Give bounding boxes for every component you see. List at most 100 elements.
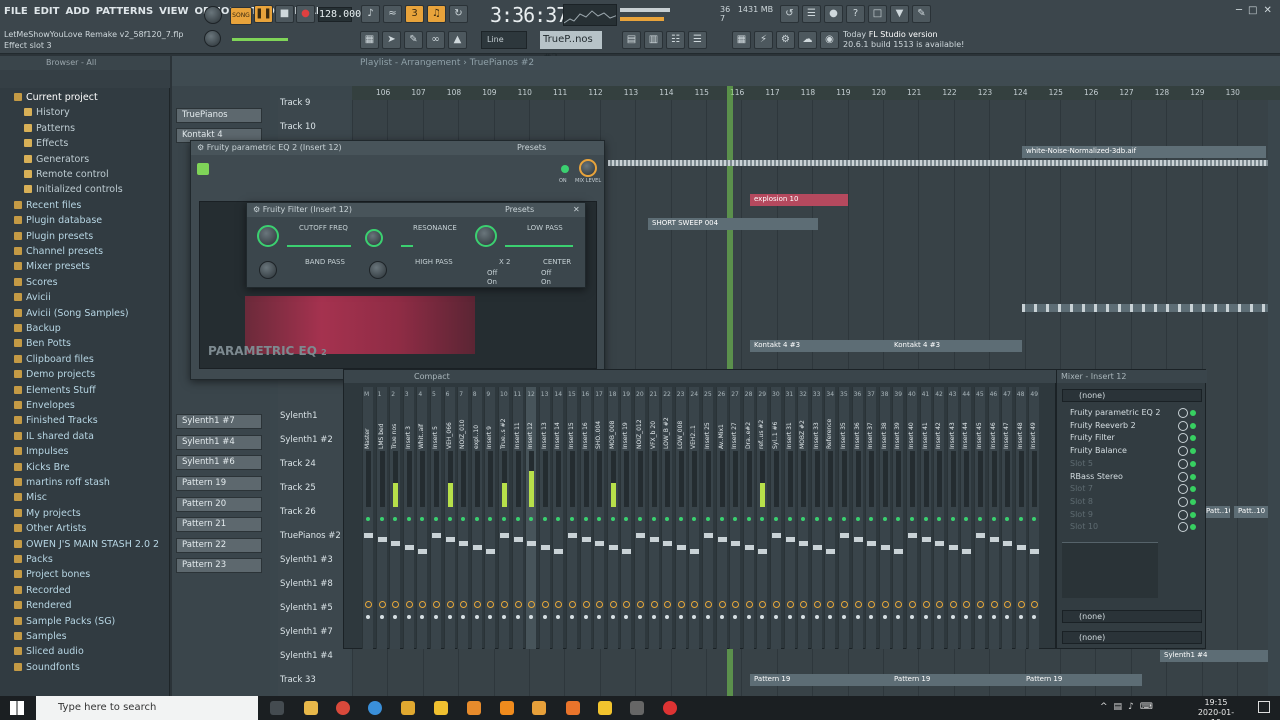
browser-item[interactable]: Mixer presets [14,261,90,272]
strip-route-led[interactable] [719,615,724,619]
strip-pan-knob[interactable] [446,601,454,608]
mixer-strip[interactable]: 9 Insert 9 [484,387,496,649]
strip-pan-knob[interactable] [705,601,712,608]
strip-pan-knob[interactable] [868,601,876,608]
effect-enable-led[interactable] [1190,511,1196,518]
mixer-strip[interactable]: 49 Insert 49 [1028,387,1040,649]
strip-volume-fader[interactable] [568,533,577,538]
insert-output-select-1[interactable]: (none) [1062,610,1202,623]
mixer-strip[interactable]: 46 Insert 46 [987,387,999,649]
strip-volume-fader[interactable] [731,541,741,546]
playlist-clip[interactable]: Pattern 19 [890,674,1022,686]
strip-volume-fader[interactable] [459,541,469,546]
strip-active-led[interactable] [529,517,534,521]
menu-view[interactable]: VIEW [159,6,188,17]
menu-add[interactable]: ADD [65,6,89,17]
track-name[interactable]: Track 33 [280,675,344,685]
pattern-picker-item[interactable]: TruePianos [176,108,262,123]
mixer-strip[interactable]: 2 True nos [389,387,401,649]
mixer-strip[interactable]: 6 VEH_066 [443,387,455,649]
blend-notes-icon[interactable]: ♫ [427,5,446,23]
strip-active-led[interactable] [937,517,942,521]
effect-enable-led[interactable] [1190,473,1196,480]
strip-volume-fader[interactable] [989,537,999,542]
strip-pan-knob[interactable] [514,601,522,608]
browser-item[interactable]: Misc [14,492,47,503]
telegram-icon[interactable] [368,701,382,715]
mixer-strip[interactable]: 47 Insert 47 [1001,387,1013,649]
sliders-icon[interactable]: ☰ [688,31,707,49]
mixer-strip[interactable]: 12 Insert 12 [525,387,537,649]
piano-roll-icon[interactable]: ▦ [360,31,379,49]
browser-item[interactable]: Remote control [24,169,109,180]
menu-file[interactable]: FILE [4,6,28,17]
strip-route-led[interactable] [542,615,547,619]
mixer-strip[interactable]: 38 Insert 38 [878,387,890,649]
link-tool-icon[interactable]: ∞ [426,31,445,49]
strip-active-led[interactable] [706,517,710,521]
browser-item[interactable]: Elements Stuff [14,385,96,396]
start-icon[interactable] [10,701,24,715]
track-name[interactable]: Sylenth1 #4 [280,651,344,661]
strip-route-led[interactable] [855,615,860,619]
playlist-clip[interactable]: Patt..10 [1202,506,1230,518]
strip-route-led[interactable] [869,615,874,619]
strip-volume-fader[interactable] [921,537,931,542]
strip-volume-fader[interactable] [1003,541,1013,546]
effect-mix-knob[interactable] [1178,420,1188,431]
pattern-picker-item[interactable]: Sylenth1 #6 [176,455,262,470]
strip-pan-knob[interactable] [977,601,984,608]
metronome-icon[interactable]: ♪ [361,5,380,23]
browser-icon[interactable]: ▦ [732,31,751,49]
effect-enable-led[interactable] [1190,498,1196,505]
playlist-window-icon[interactable]: ▤ [622,31,641,49]
browser-item[interactable]: Ben Potts [14,338,71,349]
gear-icon[interactable]: ⚙ [253,205,260,214]
strip-pan-knob[interactable] [949,601,957,608]
strip-active-led[interactable] [1032,517,1037,521]
strip-route-led[interactable] [597,615,602,619]
strip-active-led[interactable] [461,517,466,521]
track-name[interactable]: Sylenth1 #8 [280,579,344,589]
strip-volume-fader[interactable] [894,549,904,554]
mixer-view-label[interactable]: Compact [414,372,450,381]
mixer-strip[interactable]: 45 Insert 45 [974,387,985,649]
track-name[interactable]: Track 24 [280,459,344,469]
strip-volume-fader[interactable] [540,545,550,550]
effect-mix-knob[interactable] [1178,471,1188,482]
strip-pan-knob[interactable] [596,601,604,608]
effect-slot[interactable]: Slot 10 [1062,521,1202,533]
notification-icon[interactable] [1258,701,1270,713]
mixer-strip[interactable]: 20 NOIZ_012 [634,387,645,649]
strip-route-led[interactable] [760,615,765,619]
browser-item[interactable]: Effects [24,138,68,149]
mixer-strip[interactable]: 44 Insert 44 [960,387,972,649]
mixer-strip[interactable]: M Master [362,387,373,649]
cutoff-knob[interactable] [257,225,279,247]
mixer-strip[interactable]: 43 Insert 43 [946,387,958,649]
strip-active-led[interactable] [1005,517,1010,521]
strip-route-led[interactable] [882,615,887,619]
strip-volume-fader[interactable] [649,537,659,542]
strip-pan-knob[interactable] [378,601,386,608]
browser-item[interactable]: Avicii [14,292,51,303]
strip-active-led[interactable] [515,517,520,521]
strip-volume-fader[interactable] [935,541,945,546]
menu-edit[interactable]: EDIT [34,6,60,17]
help-icon[interactable]: ? [846,5,865,23]
strip-active-led[interactable] [1018,517,1023,521]
strip-volume-fader[interactable] [717,537,727,542]
mixer-strip[interactable]: 28 Dra..e#2 [742,387,754,649]
strip-volume-fader[interactable] [1016,545,1026,550]
strip-active-led[interactable] [447,517,452,521]
effect-slot[interactable]: RBass Stereo [1062,471,1202,483]
strip-active-led[interactable] [746,517,751,521]
strip-active-led[interactable] [610,517,615,521]
menu-patterns[interactable]: PATTERNS [96,6,153,17]
playlist-clip[interactable]: explosion 10 [750,194,848,206]
strip-pan-knob[interactable] [759,601,767,608]
mixer-strip[interactable]: 39 Insert 39 [892,387,904,649]
strip-route-led[interactable] [692,615,697,619]
mixer-strip[interactable]: 21 VFX_b 20 [647,387,659,649]
plugin-icon[interactable]: ⚡ [754,31,773,49]
